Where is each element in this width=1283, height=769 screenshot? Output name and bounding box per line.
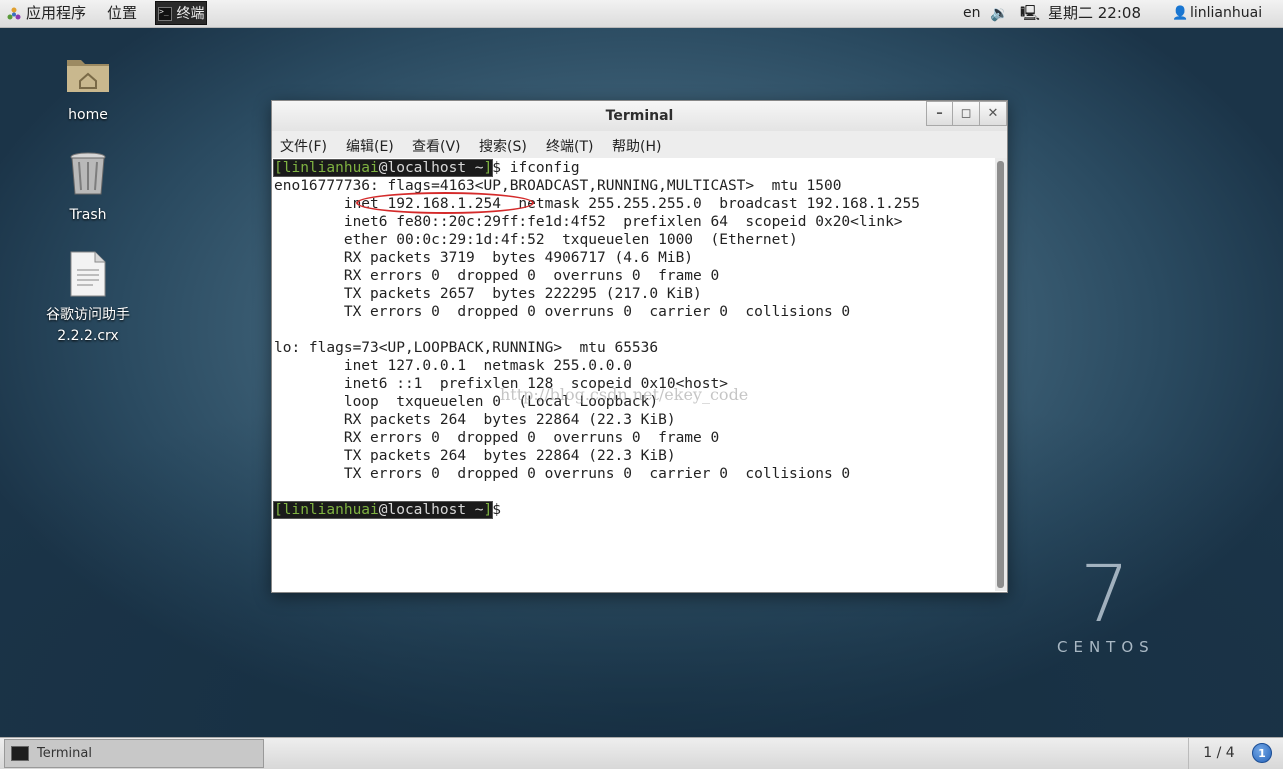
- user-icon: 👤: [1172, 6, 1189, 21]
- close-button[interactable]: ✕: [980, 101, 1007, 126]
- minimize-icon: –: [936, 106, 943, 121]
- desktop-icon-label: 谷歌访问助手: [46, 307, 130, 323]
- menubar: 文件(F) 编辑(E) 查看(V) 搜索(S) 终端(T) 帮助(H): [272, 131, 1007, 158]
- prompt-user: linlianhuai: [282, 502, 379, 518]
- terminal-line: TX errors 0 dropped 0 overruns 0 carrier…: [274, 304, 851, 320]
- applications-menu[interactable]: 应用程序: [26, 0, 86, 27]
- menu-file[interactable]: 文件(F): [280, 136, 327, 156]
- terminal-line: RX errors 0 dropped 0 overruns 0 frame 0: [274, 430, 720, 446]
- prompt-box: [linlianhuai@localhost ~]: [272, 159, 494, 177]
- user-menu[interactable]: linlianhuai: [1190, 0, 1262, 27]
- desktop-icon-trash[interactable]: Trash: [33, 150, 143, 226]
- window-controls: – ◻ ✕: [926, 101, 1007, 127]
- terminal-scrollbar[interactable]: [995, 158, 1007, 591]
- prompt-box: [linlianhuai@localhost ~]: [272, 501, 494, 519]
- terminal-line: TX packets 2657 bytes 222295 (217.0 KiB): [274, 286, 702, 302]
- maximize-icon: ◻: [960, 106, 972, 121]
- terminal-line: TX packets 264 bytes 22864 (22.3 KiB): [274, 448, 676, 464]
- centos-brand-number: 7: [1080, 550, 1130, 640]
- prompt-host: @localhost ~: [378, 160, 484, 176]
- menu-edit[interactable]: 编辑(E): [346, 136, 394, 156]
- terminal-line: eno16777736: flags=4163<UP,BROADCAST,RUN…: [274, 178, 842, 194]
- desktop-icon-label: Trash: [69, 207, 107, 223]
- watermark-text: http://blog.csdn.net/ekey_code: [500, 385, 749, 404]
- terminal-line: RX errors 0 dropped 0 overruns 0 frame 0: [274, 268, 720, 284]
- terminal-icon: >_: [158, 7, 172, 21]
- taskbar-terminal-button[interactable]: >_ 终端: [155, 1, 207, 25]
- prompt-host: @localhost ~: [378, 502, 484, 518]
- terminal-window: Terminal – ◻ ✕ 文件(F) 编辑(E) 查看(V) 搜索(S) 终…: [271, 100, 1008, 593]
- window-list-label: Terminal: [37, 746, 92, 761]
- terminal-line: ether 00:0c:29:1d:4f:52 txqueuelen 1000 …: [274, 232, 798, 248]
- app-menu-icon[interactable]: [7, 7, 21, 21]
- terminal-line: inet 127.0.0.1 netmask 255.0.0.0: [274, 358, 632, 374]
- menu-search[interactable]: 搜索(S): [479, 136, 527, 156]
- minimize-button[interactable]: –: [926, 101, 953, 126]
- clock[interactable]: 星期二 22:08: [1048, 0, 1141, 27]
- desktop-icon-label-line2: 2.2.2.crx: [57, 328, 119, 344]
- desktop-icon-crx-file[interactable]: 谷歌访问助手 2.2.2.crx: [33, 250, 143, 347]
- places-menu[interactable]: 位置: [107, 0, 137, 27]
- desktop-icon-label: home: [68, 107, 108, 123]
- menu-terminal[interactable]: 终端(T): [546, 136, 593, 156]
- window-title: Terminal: [605, 108, 674, 124]
- file-icon: [70, 251, 106, 297]
- language-indicator[interactable]: en: [963, 0, 981, 27]
- desktop-icon-home[interactable]: home: [33, 50, 143, 126]
- terminal-line: TX errors 0 dropped 0 overruns 0 carrier…: [274, 466, 851, 482]
- maximize-button[interactable]: ◻: [953, 101, 980, 126]
- ip-highlight-circle: [356, 192, 534, 214]
- taskbar-terminal-label: 终端: [176, 6, 205, 22]
- terminal-prompt-line: [linlianhuai@localhost ~]$: [272, 501, 501, 519]
- scrollbar-thumb[interactable]: [997, 161, 1004, 588]
- terminal-line: lo: flags=73<UP,LOOPBACK,RUNNING> mtu 65…: [274, 340, 659, 356]
- menu-view[interactable]: 查看(V): [412, 136, 461, 156]
- prompt-command: ifconfig: [501, 160, 580, 176]
- terminal-line: inet6 fe80::20c:29ff:fe1d:4f52 prefixlen…: [274, 214, 903, 230]
- bottom-panel: Terminal 1 / 4 1: [0, 737, 1283, 769]
- close-icon: ✕: [987, 106, 999, 121]
- prompt-user: linlianhuai: [282, 160, 379, 176]
- window-list-terminal[interactable]: Terminal: [4, 739, 264, 768]
- trash-icon: [70, 152, 106, 195]
- notification-icon[interactable]: 1: [1252, 743, 1272, 763]
- terminal-prompt-line: [linlianhuai@localhost ~]$ ifconfig: [272, 159, 580, 177]
- home-folder-icon: [67, 60, 109, 92]
- terminal-line: RX packets 3719 bytes 4906717 (4.6 MiB): [274, 250, 694, 266]
- terminal-icon: [11, 746, 29, 761]
- network-icon[interactable]: 🖳: [1020, 0, 1040, 27]
- volume-icon[interactable]: 🔉: [990, 0, 1009, 27]
- top-panel: 应用程序 位置 >_ 终端 en 🔉 🖳 星期二 22:08 👤 linlian…: [0, 0, 1283, 28]
- menu-help[interactable]: 帮助(H): [612, 136, 661, 156]
- centos-brand-name: CENTOS: [1057, 638, 1155, 656]
- workspace-pager[interactable]: 1 / 4: [1188, 738, 1249, 769]
- terminal-line: RX packets 264 bytes 22864 (22.3 KiB): [274, 412, 676, 428]
- window-titlebar[interactable]: Terminal – ◻ ✕: [272, 101, 1007, 131]
- terminal-output[interactable]: [linlianhuai@localhost ~]$ ifconfig eno1…: [272, 158, 995, 591]
